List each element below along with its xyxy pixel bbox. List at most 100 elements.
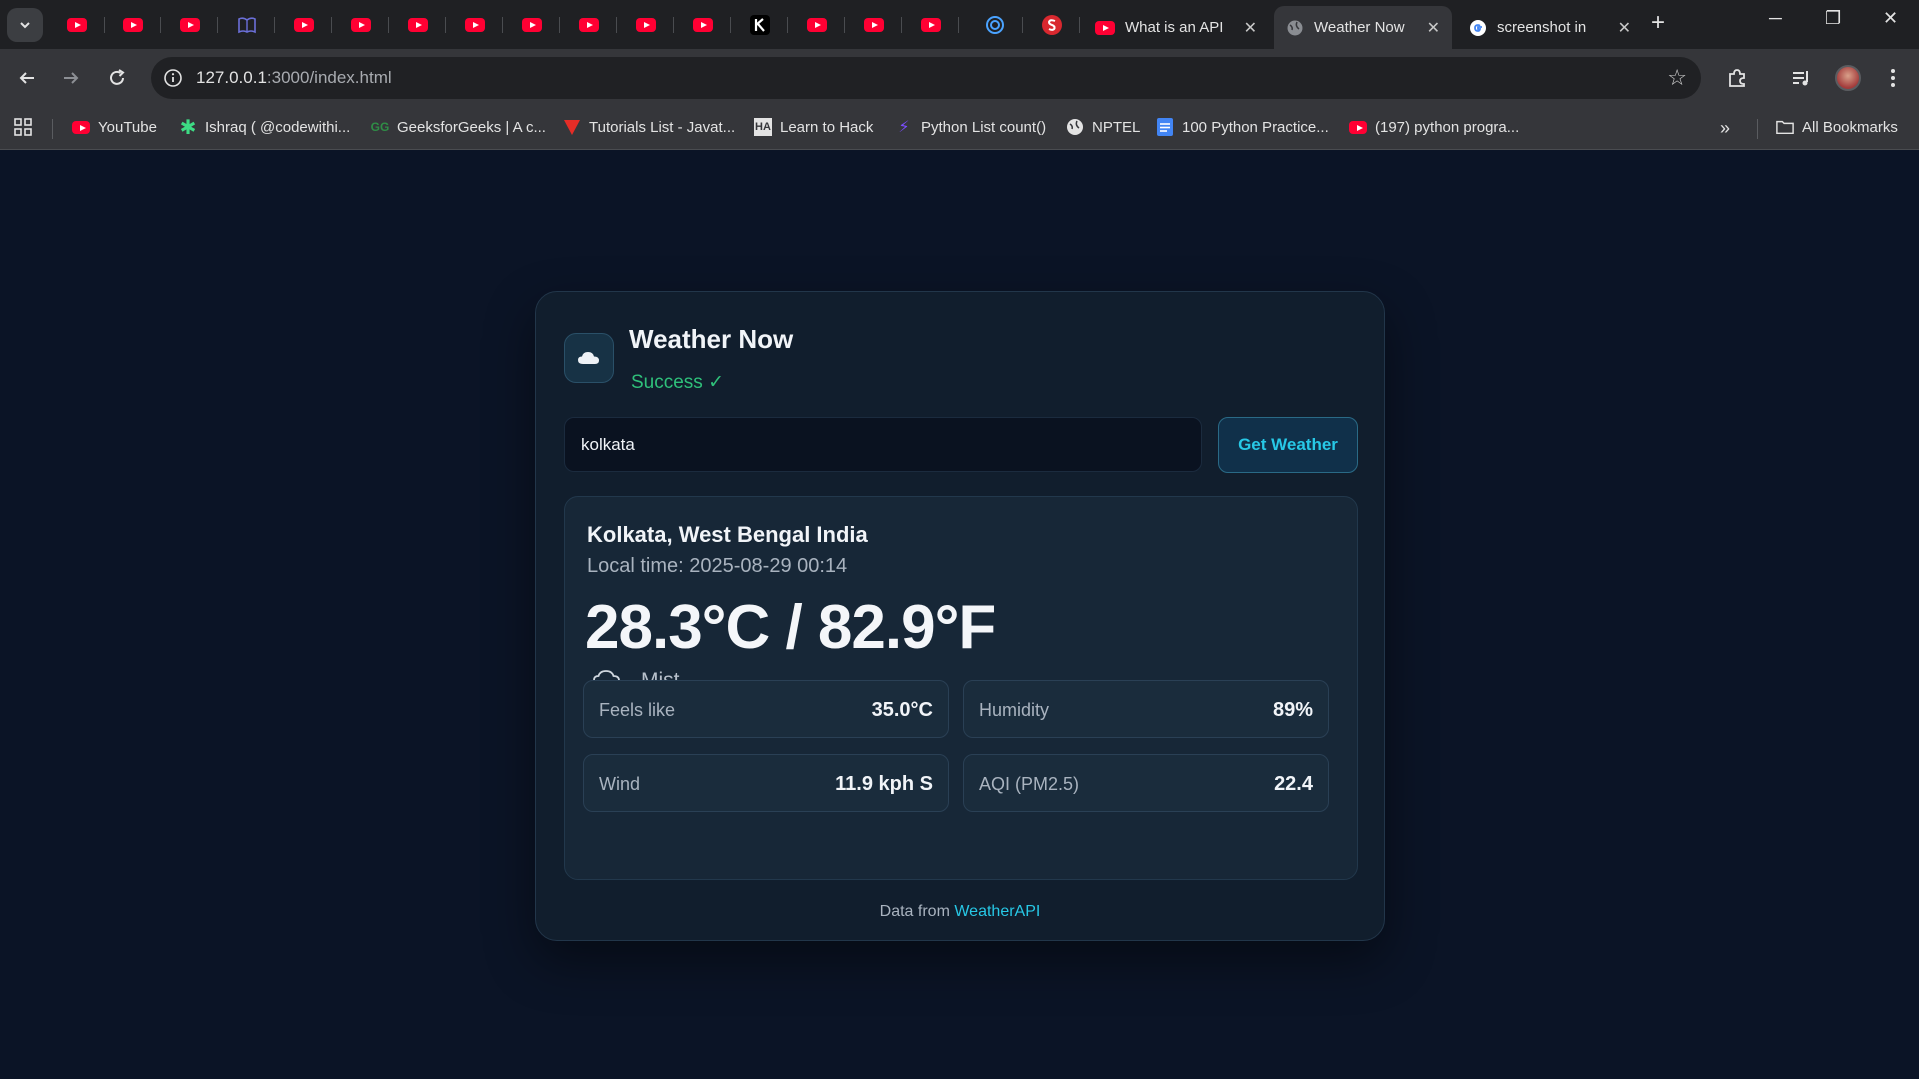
- stat-aqi: AQI (PM2.5) 22.4: [963, 754, 1329, 812]
- bookmark-nptel[interactable]: NPTEL: [1066, 118, 1140, 136]
- media-control-button[interactable]: [1786, 63, 1816, 93]
- divider: [52, 119, 53, 139]
- extensions-button[interactable]: [1722, 63, 1752, 93]
- music-queue-icon: [1793, 71, 1808, 86]
- close-icon[interactable]: ✕: [1244, 18, 1257, 38]
- swirl-icon: [985, 15, 1004, 34]
- location-name: Kolkata, West Bengal India: [587, 522, 868, 547]
- arrow-left-icon: [19, 72, 34, 84]
- url-text[interactable]: 127.0.0.1:3000/index.html: [196, 68, 392, 88]
- youtube-icon: [1349, 120, 1367, 134]
- tab-weather-now[interactable]: Weather Now ✕: [1274, 6, 1452, 49]
- pinned-tab[interactable]: [560, 0, 617, 49]
- pinned-tab[interactable]: [104, 0, 161, 49]
- globe-icon: [1287, 20, 1303, 35]
- new-tab-button[interactable]: +: [1651, 9, 1665, 37]
- arrow-right-icon: [64, 72, 79, 84]
- close-icon[interactable]: ✕: [1618, 18, 1631, 38]
- local-time: Local time: 2025-08-29 00:14: [587, 555, 848, 577]
- site-info-icon[interactable]: [163, 68, 183, 88]
- bookmark-geeksforgeeks[interactable]: GG GeeksforGeeks | A c...: [371, 118, 546, 136]
- avatar: [1835, 65, 1861, 91]
- stat-wind: Wind 11.9 kph S: [583, 754, 949, 812]
- divider: [1757, 119, 1758, 139]
- minimize-button[interactable]: ─: [1769, 8, 1782, 29]
- get-weather-button[interactable]: Get Weather: [1218, 417, 1358, 473]
- reload-button[interactable]: [102, 63, 132, 93]
- asterisk-icon: ✱: [179, 116, 197, 139]
- youtube-icon: [635, 17, 656, 32]
- bookmark-learn-to-hack[interactable]: HA Learn to Hack: [754, 118, 873, 136]
- profile-button[interactable]: [1833, 63, 1863, 93]
- pinned-tab[interactable]: [161, 0, 218, 49]
- youtube-icon: [407, 17, 428, 32]
- bookmark-label: (197) python progra...: [1375, 118, 1520, 136]
- attribution-footer: Data from WeatherAPI: [536, 903, 1384, 921]
- pinned-tab[interactable]: [218, 0, 275, 49]
- s-logo-icon: [1041, 14, 1062, 35]
- pinned-tab[interactable]: [845, 0, 902, 49]
- stat-value: 35.0°C: [871, 699, 933, 721]
- stat-label: Feels like: [599, 700, 676, 720]
- url-path: :3000/index.html: [266, 68, 392, 87]
- chevron-down-icon: [20, 22, 30, 29]
- address-bar[interactable]: 127.0.0.1:3000/index.html ☆: [151, 57, 1701, 99]
- bookmark-ishraq[interactable]: ✱ Ishraq ( @codewithi...: [179, 116, 351, 139]
- city-search-input[interactable]: [564, 417, 1202, 472]
- pinned-tab[interactable]: [332, 0, 389, 49]
- window-close-button[interactable]: ✕: [1883, 8, 1898, 29]
- google-icon: [1470, 19, 1486, 36]
- pinned-tab[interactable]: [275, 0, 332, 49]
- pinned-tab[interactable]: [503, 0, 560, 49]
- bookmark-python-practice[interactable]: 100 Python Practice...: [1156, 118, 1329, 136]
- cloud-icon: [578, 352, 599, 364]
- stat-feels-like: Feels like 35.0°C: [583, 680, 949, 738]
- pinned-tab[interactable]: [902, 0, 959, 49]
- pinned-tab[interactable]: [788, 0, 845, 49]
- book-icon: [237, 16, 256, 33]
- tab-label: Weather Now: [1314, 19, 1405, 36]
- bookmark-youtube[interactable]: YouTube: [72, 118, 157, 136]
- pinned-tab[interactable]: [446, 0, 503, 49]
- pinned-tab[interactable]: [731, 0, 788, 49]
- weatherapi-link[interactable]: WeatherAPI: [954, 903, 1040, 920]
- browser-tab-strip: What is an API ✕ Weather Now ✕ screensho…: [0, 0, 1919, 49]
- pinned-tab[interactable]: [48, 0, 105, 49]
- pinned-tab[interactable]: [389, 0, 446, 49]
- more-bookmarks-chevron-icon[interactable]: »: [1720, 118, 1730, 139]
- bookmark-star-icon[interactable]: ☆: [1667, 65, 1687, 91]
- menu-button[interactable]: [1878, 63, 1908, 93]
- k-logo-icon: [749, 14, 770, 35]
- bookmark-python-programming[interactable]: (197) python progra...: [1349, 118, 1519, 136]
- pinned-tab[interactable]: [617, 0, 674, 49]
- bookmark-python-list-count[interactable]: ⚡ Python List count(): [895, 118, 1046, 137]
- tab-what-is-an-api[interactable]: What is an API ✕: [1083, 6, 1269, 49]
- apps-button[interactable]: [14, 118, 32, 136]
- kebab-menu-icon: [1891, 69, 1895, 87]
- forward-button[interactable]: [56, 63, 86, 93]
- temperature: 28.3°C / 82.9°F: [585, 593, 996, 662]
- javatpoint-icon: [563, 118, 581, 136]
- pinned-tab[interactable]: [1023, 0, 1080, 49]
- reload-icon: [110, 69, 125, 85]
- all-bookmarks-button[interactable]: All Bookmarks: [1776, 118, 1898, 136]
- gfg-icon: GG: [370, 120, 390, 134]
- back-button[interactable]: [12, 63, 42, 93]
- restore-button[interactable]: ❐: [1825, 8, 1841, 29]
- python-icon: ⚡: [898, 119, 910, 136]
- htb-icon: HA: [754, 118, 772, 136]
- close-icon[interactable]: ✕: [1427, 18, 1440, 38]
- pinned-tab[interactable]: [674, 0, 731, 49]
- status-message: Success ✓: [631, 372, 725, 393]
- tab-screenshot[interactable]: screenshot in ✕: [1457, 6, 1643, 49]
- bookmark-javatpoint[interactable]: Tutorials List - Javat...: [563, 118, 735, 136]
- pinned-tab[interactable]: [966, 0, 1023, 49]
- youtube-icon: [464, 17, 485, 32]
- bookmark-label: Ishraq ( @codewithi...: [205, 118, 351, 136]
- tab-search-button[interactable]: [7, 8, 43, 42]
- bookmark-label: NPTEL: [1092, 118, 1141, 136]
- youtube-icon: [578, 17, 599, 32]
- globe-icon: [1066, 118, 1084, 136]
- apps-grid-icon: [14, 118, 32, 136]
- bookmarks-bar: YouTube ✱ Ishraq ( @codewithi... GG Geek…: [0, 107, 1919, 150]
